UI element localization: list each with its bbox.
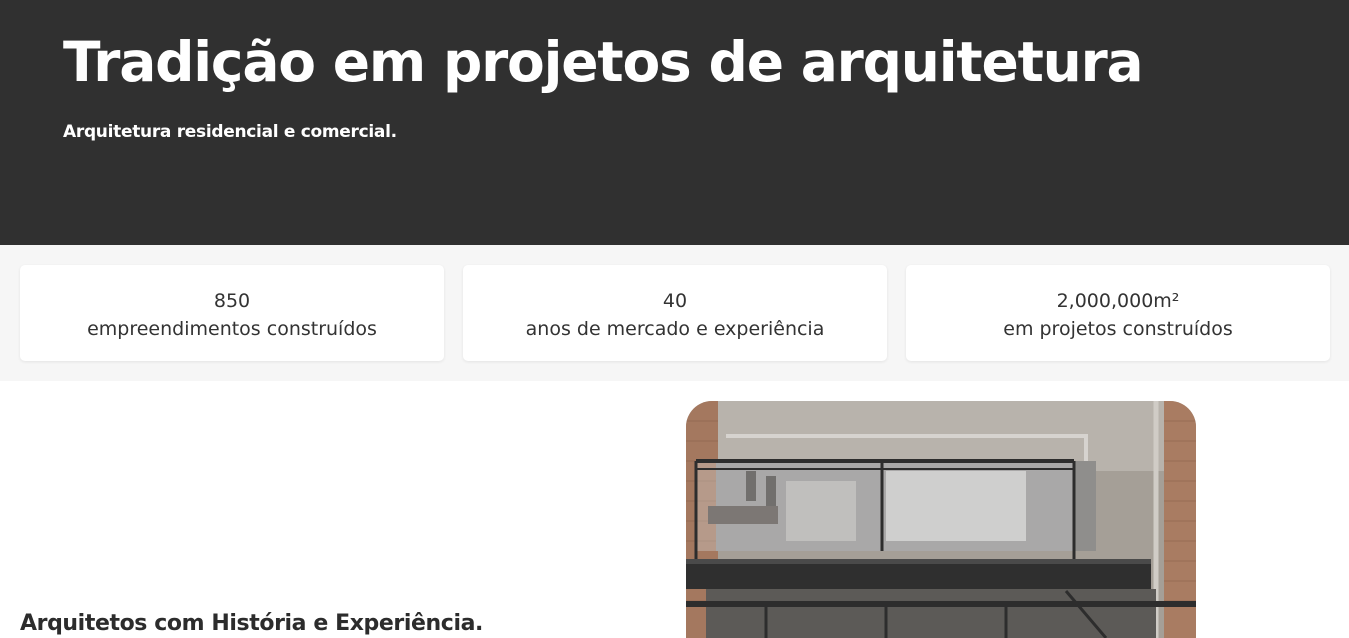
stat-label: em projetos construídos — [1003, 318, 1233, 340]
stat-value: 850 — [213, 290, 251, 312]
stat-label: anos de mercado e experiência — [525, 318, 825, 340]
hero-banner: Tradição em projetos de arquitetura Arqu… — [0, 0, 1349, 245]
stat-value: 40 — [662, 290, 688, 312]
stat-value: 2,000,000m² — [1056, 290, 1180, 312]
about-heading: Arquitetos com História e Experiência. — [20, 611, 483, 636]
stat-card-years: 40 anos de mercado e experiência — [463, 265, 887, 361]
stat-label: empreendimentos construídos — [87, 318, 377, 340]
stats-section: 850 empreendimentos construídos 40 anos … — [0, 245, 1349, 381]
hero-title: Tradição em projetos de arquitetura — [63, 30, 1144, 94]
hero-subtitle: Arquitetura residencial e comercial. — [63, 122, 397, 142]
stat-card-area: 2,000,000m² em projetos construídos — [906, 265, 1330, 361]
architecture-photo — [686, 401, 1196, 638]
stat-card-projects: 850 empreendimentos construídos — [20, 265, 444, 361]
